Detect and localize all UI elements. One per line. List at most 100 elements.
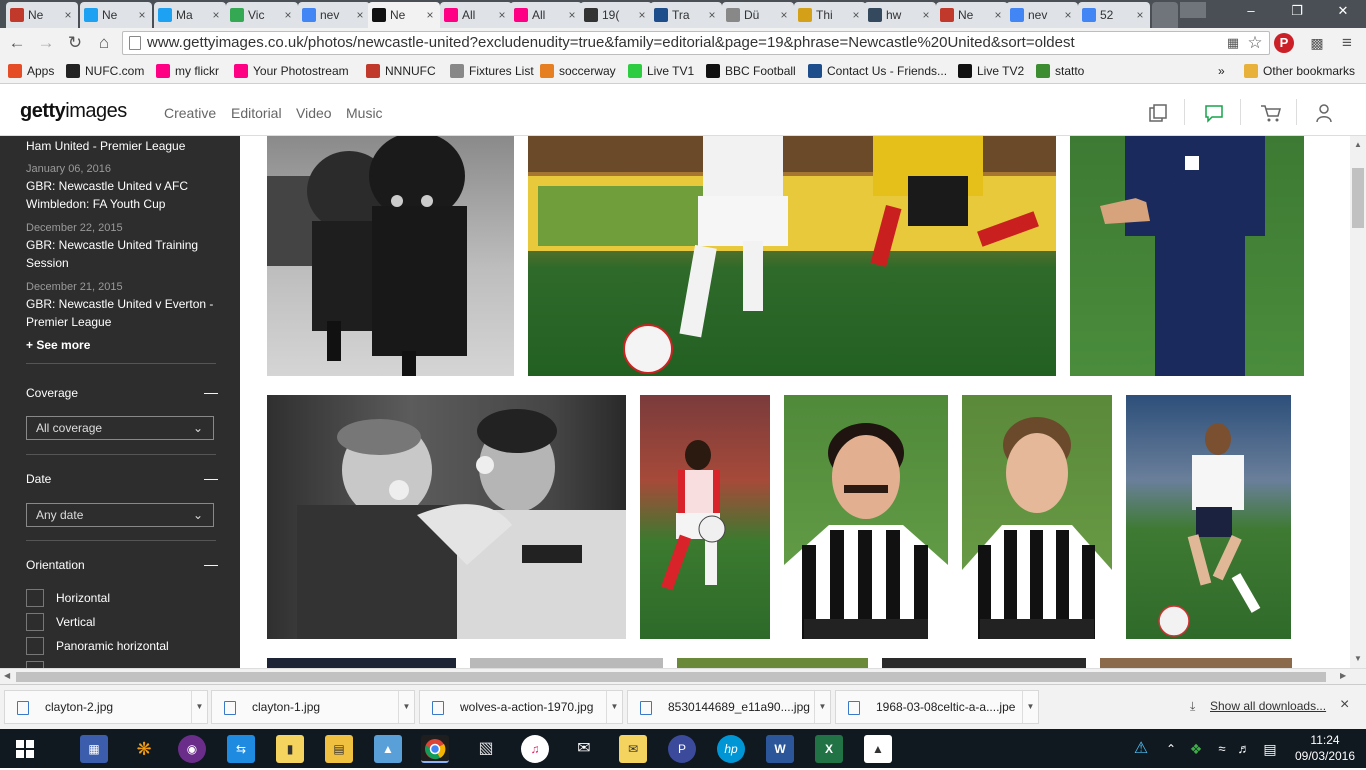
close-tab-icon[interactable]: × xyxy=(920,8,932,22)
horizontal-scroll-thumb[interactable] xyxy=(16,672,1326,682)
bookmarks-overflow-button[interactable]: » xyxy=(1218,62,1225,80)
download-menu-icon[interactable]: ▼ xyxy=(398,691,414,723)
event-link[interactable]: GBR: Newcastle United v AFC Wimbledon: F… xyxy=(26,177,226,213)
windows-start-icon[interactable] xyxy=(10,735,40,763)
event-link[interactable]: GBR: Newcastle United v Everton - Premie… xyxy=(26,295,226,331)
app-icon-12[interactable]: ✉ xyxy=(619,735,647,763)
clock[interactable]: 11:24 09/03/2016 xyxy=(1294,732,1356,764)
browser-tab[interactable]: Ne × xyxy=(6,2,78,28)
browser-tab[interactable]: Vic × xyxy=(226,2,298,28)
event-link[interactable]: GBR: Newcastle United Training Session xyxy=(26,236,226,272)
browser-tab[interactable]: nev × xyxy=(298,2,370,28)
photo-thumbnail[interactable] xyxy=(677,658,868,668)
bookmark-item[interactable]: Apps xyxy=(8,62,54,80)
comment-icon[interactable] xyxy=(1204,103,1224,123)
photos-icon[interactable]: ▲ xyxy=(864,735,892,763)
download-menu-icon[interactable]: ▼ xyxy=(191,691,207,723)
translate-icon[interactable]: ▦ xyxy=(1222,32,1244,54)
network-warning-icon[interactable]: ⚠ xyxy=(1130,735,1152,763)
photo-thumbnail[interactable] xyxy=(962,395,1112,639)
close-tab-icon[interactable]: × xyxy=(1134,8,1146,22)
close-tab-icon[interactable]: × xyxy=(282,8,294,22)
browser-tab[interactable]: Ne × xyxy=(368,2,440,28)
bookmark-item[interactable]: BBC Football xyxy=(706,62,796,80)
date-select[interactable]: Any date ⌄ xyxy=(26,503,214,527)
nav-music[interactable]: Music xyxy=(346,105,383,121)
bookmark-item[interactable]: Live TV1 xyxy=(628,62,694,80)
browser-tab[interactable]: hw × xyxy=(864,2,936,28)
bookmark-item[interactable]: soccerway xyxy=(540,62,616,80)
close-tab-icon[interactable]: × xyxy=(424,8,436,22)
photo-thumbnail[interactable] xyxy=(1100,658,1292,668)
nav-video[interactable]: Video xyxy=(296,105,332,121)
bookmark-star-icon[interactable]: ☆ xyxy=(1244,32,1266,54)
back-icon[interactable]: ← xyxy=(6,32,28,54)
scroll-up-icon[interactable]: ▲ xyxy=(1354,140,1362,149)
extension-icon[interactable]: ▩ xyxy=(1306,32,1328,54)
close-tab-icon[interactable]: × xyxy=(354,8,366,22)
avast-icon[interactable]: ❋ xyxy=(130,735,158,763)
close-tab-icon[interactable]: × xyxy=(636,8,648,22)
hp-icon[interactable]: hp xyxy=(717,735,745,763)
forward-icon[interactable]: → xyxy=(35,32,57,54)
bookmark-item[interactable]: Fixtures List xyxy=(450,62,534,80)
close-tab-icon[interactable]: × xyxy=(136,8,148,22)
close-tab-icon[interactable]: × xyxy=(992,8,1004,22)
close-tab-icon[interactable]: × xyxy=(62,8,74,22)
bookmark-item[interactable]: Contact Us - Friends... xyxy=(808,62,947,80)
vertical-scrollbar[interactable]: ▲ ▼ xyxy=(1350,136,1366,668)
wifi-icon[interactable]: ≈ xyxy=(1212,735,1232,763)
browser-tab[interactable]: 19(× xyxy=(580,2,652,28)
gettyimages-logo[interactable]: gettyimages xyxy=(20,100,127,123)
new-tab-button[interactable] xyxy=(1152,2,1178,28)
bookmark-item[interactable]: NNNUFC xyxy=(366,62,436,80)
close-tab-icon[interactable]: × xyxy=(850,8,862,22)
photo-thumbnail[interactable] xyxy=(470,658,663,668)
account-icon[interactable] xyxy=(1314,103,1334,123)
browser-tab[interactable]: All × xyxy=(510,2,582,28)
dropbox-icon[interactable]: ❖ xyxy=(1186,735,1206,763)
close-tab-icon[interactable]: × xyxy=(778,8,790,22)
close-downloads-icon[interactable]: × xyxy=(1340,696,1349,714)
mail-icon[interactable]: ✉ xyxy=(570,735,598,763)
app-icon-13[interactable]: P xyxy=(668,735,696,763)
collapse-icon[interactable]: — xyxy=(204,556,218,572)
photo-thumbnail[interactable] xyxy=(267,136,514,376)
close-window-button[interactable]: ✕ xyxy=(1320,0,1366,22)
bookmark-item[interactable]: statto xyxy=(1036,62,1084,80)
bookmark-item[interactable]: Live TV2 xyxy=(958,62,1024,80)
vertical-checkbox[interactable] xyxy=(26,613,44,631)
browser-tab[interactable]: Ma × xyxy=(154,2,226,28)
event-link[interactable]: Ham United - Premier League xyxy=(26,137,226,155)
browser-tab[interactable]: Thi × xyxy=(794,2,866,28)
app-icon-3[interactable]: ◉ xyxy=(178,735,206,763)
coverage-select[interactable]: All coverage ⌄ xyxy=(26,416,214,440)
browser-tab[interactable]: nev × xyxy=(1006,2,1078,28)
itunes-icon[interactable]: ♫ xyxy=(521,735,549,763)
sticky-notes-icon[interactable]: ▮ xyxy=(276,735,304,763)
download-item[interactable]: 8530144689_e11a90....jpg ▼ xyxy=(627,690,831,724)
browser-tab[interactable]: Tra × xyxy=(650,2,722,28)
cart-icon[interactable] xyxy=(1260,103,1281,123)
minimize-button[interactable]: – xyxy=(1228,0,1274,22)
close-tab-icon[interactable]: × xyxy=(1062,8,1074,22)
download-menu-icon[interactable]: ▼ xyxy=(1022,691,1038,723)
browser-tab[interactable]: Ne × xyxy=(80,2,152,28)
horizontal-checkbox[interactable] xyxy=(26,589,44,607)
collapse-icon[interactable]: — xyxy=(204,384,218,400)
maximize-button[interactable]: ❐ xyxy=(1274,0,1320,22)
reload-icon[interactable]: ↻ xyxy=(64,32,86,54)
scroll-down-icon[interactable]: ▼ xyxy=(1354,654,1362,663)
download-menu-icon[interactable]: ▼ xyxy=(814,691,830,723)
collapse-icon[interactable]: — xyxy=(204,470,218,486)
photo-thumbnail[interactable] xyxy=(784,395,948,639)
download-menu-icon[interactable]: ▼ xyxy=(606,691,622,723)
photo-thumbnail[interactable] xyxy=(640,395,770,639)
show-hidden-icons[interactable]: ⌃ xyxy=(1162,735,1180,763)
address-bar[interactable]: www.gettyimages.co.uk/photos/newcastle-u… xyxy=(122,31,1270,55)
browser-tab[interactable]: 52 × xyxy=(1078,2,1150,28)
photo-thumbnail[interactable] xyxy=(528,136,1056,376)
panoramic-horizontal-checkbox[interactable] xyxy=(26,637,44,655)
app-icon-9[interactable]: ▧ xyxy=(472,735,500,763)
panoramic-vertical-checkbox[interactable] xyxy=(26,661,44,668)
